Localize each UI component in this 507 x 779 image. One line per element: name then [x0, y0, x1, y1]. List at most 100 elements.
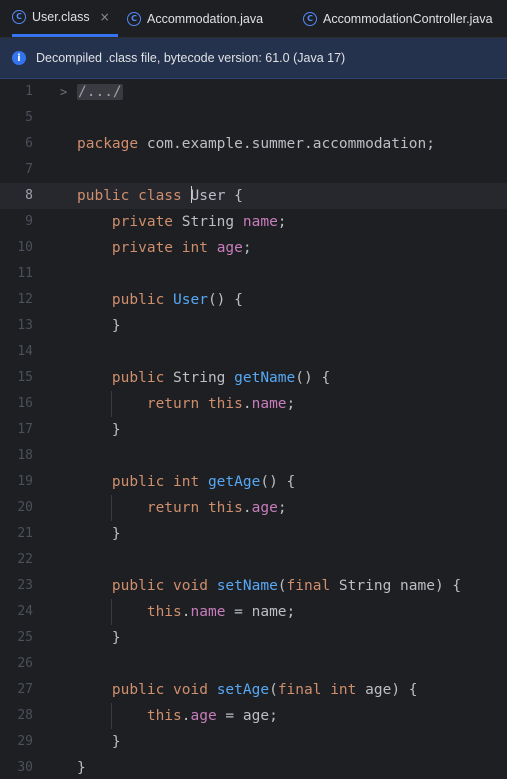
- code-token: getName: [234, 370, 296, 386]
- code-line[interactable]: 5: [0, 105, 507, 131]
- line-number[interactable]: 17: [0, 417, 33, 443]
- code-text: }: [77, 417, 121, 443]
- code-token: (: [277, 578, 287, 594]
- code-token: String: [173, 370, 235, 386]
- line-number[interactable]: 28: [0, 703, 33, 729]
- code-line[interactable]: 12 public User() {: [0, 287, 507, 313]
- line-number[interactable]: 7: [0, 157, 33, 183]
- close-icon[interactable]: ×: [100, 10, 110, 24]
- line-number[interactable]: 23: [0, 573, 33, 599]
- code-line[interactable]: 10 private int age;: [0, 235, 507, 261]
- code-line[interactable]: 26: [0, 651, 507, 677]
- code-line[interactable]: 27 public void setAge(final int age) {: [0, 677, 507, 703]
- line-number[interactable]: 16: [0, 391, 33, 417]
- code-token: public class: [77, 188, 191, 204]
- code-line[interactable]: 19 public int getAge() {: [0, 469, 507, 495]
- code-token: () {: [295, 370, 331, 386]
- code-line[interactable]: 30}: [0, 755, 507, 779]
- tab-user-class[interactable]: C User.class ×: [12, 0, 118, 37]
- code-text: }: [77, 755, 86, 779]
- code-line[interactable]: 24 this.name = name;: [0, 599, 507, 625]
- line-number[interactable]: 22: [0, 547, 33, 573]
- code-line[interactable]: 28 this.age = age;: [0, 703, 507, 729]
- line-number[interactable]: 24: [0, 599, 33, 625]
- line-number[interactable]: 26: [0, 651, 33, 677]
- code-token: ;: [242, 240, 252, 256]
- code-text: public class User {: [77, 183, 243, 209]
- line-number[interactable]: 27: [0, 677, 33, 703]
- code-text: }: [77, 521, 121, 547]
- line-number[interactable]: 11: [0, 261, 33, 287]
- code-line[interactable]: 22: [0, 547, 507, 573]
- code-line[interactable]: 7: [0, 157, 507, 183]
- code-line[interactable]: 8 public class User {: [0, 183, 507, 209]
- code-token: () {: [260, 474, 296, 490]
- code-line[interactable]: 13 }: [0, 313, 507, 339]
- line-number[interactable]: 6: [0, 131, 33, 157]
- code-text: }: [77, 313, 121, 339]
- code-token: age: [216, 240, 243, 256]
- tab-label: Accommodation.java: [147, 11, 264, 26]
- line-number[interactable]: 19: [0, 469, 33, 495]
- indent-guide: [111, 391, 112, 417]
- decompiled-notice-banner: i Decompiled .class file, bytecode versi…: [0, 38, 507, 79]
- code-token: public int: [77, 474, 208, 490]
- line-number[interactable]: 8: [0, 183, 33, 209]
- line-number[interactable]: 13: [0, 313, 33, 339]
- code-text: }: [77, 729, 121, 755]
- code-token: }: [77, 422, 121, 438]
- tab-accommodation-controller-java[interactable]: C AccommodationController.java: [303, 0, 493, 37]
- code-text: public void setAge(final int age) {: [77, 677, 418, 703]
- code-line[interactable]: 17 }: [0, 417, 507, 443]
- info-icon: i: [12, 51, 26, 65]
- tab-accommodation-java[interactable]: C Accommodation.java: [127, 0, 263, 37]
- chevron-right-icon[interactable]: >: [60, 79, 67, 105]
- code-token: setName: [216, 578, 278, 594]
- code-token: public: [77, 370, 174, 386]
- line-number[interactable]: 21: [0, 521, 33, 547]
- code-line[interactable]: 20 return this.age;: [0, 495, 507, 521]
- code-line[interactable]: 18: [0, 443, 507, 469]
- code-token: setAge: [216, 682, 270, 698]
- code-line[interactable]: 11: [0, 261, 507, 287]
- collapsed-imports[interactable]: /.../: [77, 84, 123, 100]
- code-text: package com.example.summer.accommodation…: [77, 131, 435, 157]
- code-line[interactable]: 16 return this.name;: [0, 391, 507, 417]
- line-number[interactable]: 30: [0, 755, 33, 779]
- line-number[interactable]: 5: [0, 105, 33, 131]
- code-token: User: [190, 188, 226, 204]
- line-number[interactable]: 29: [0, 729, 33, 755]
- code-line[interactable]: 23 public void setName(final String name…: [0, 573, 507, 599]
- code-token: final int: [277, 682, 366, 698]
- banner-text: Decompiled .class file, bytecode version…: [36, 51, 346, 65]
- code-text: public void setName(final String name) {: [77, 573, 461, 599]
- code-token: {: [225, 188, 243, 204]
- line-number[interactable]: 10: [0, 235, 33, 261]
- line-number[interactable]: 1: [0, 79, 33, 105]
- code-line[interactable]: 9 private String name;: [0, 209, 507, 235]
- editor-tab-bar: C User.class × C Accommodation.java C Ac…: [0, 0, 507, 38]
- line-number[interactable]: 14: [0, 339, 33, 365]
- code-token: return this: [77, 396, 243, 412]
- code-line[interactable]: 1 > /.../: [0, 79, 507, 105]
- code-token: return this: [77, 500, 243, 516]
- code-token: getAge: [207, 474, 261, 490]
- code-line[interactable]: 25 }: [0, 625, 507, 651]
- line-number[interactable]: 20: [0, 495, 33, 521]
- line-number[interactable]: 18: [0, 443, 33, 469]
- code-line[interactable]: 14: [0, 339, 507, 365]
- code-editor[interactable]: 1 > /.../ 5 6 package com.example.summer.acco…: [0, 79, 507, 779]
- class-icon: C: [303, 11, 317, 26]
- code-line[interactable]: 15 public String getName() {: [0, 365, 507, 391]
- line-number[interactable]: 15: [0, 365, 33, 391]
- line-number[interactable]: 25: [0, 625, 33, 651]
- indent-guide: [111, 703, 112, 729]
- code-line[interactable]: 6 package com.example.summer.accommodatio…: [0, 131, 507, 157]
- code-line[interactable]: 29 }: [0, 729, 507, 755]
- code-token: }: [77, 526, 121, 542]
- line-number[interactable]: 9: [0, 209, 33, 235]
- code-line[interactable]: 21 }: [0, 521, 507, 547]
- line-number[interactable]: 12: [0, 287, 33, 313]
- code-text: /.../: [77, 79, 123, 105]
- code-text: this.age = age;: [77, 703, 278, 729]
